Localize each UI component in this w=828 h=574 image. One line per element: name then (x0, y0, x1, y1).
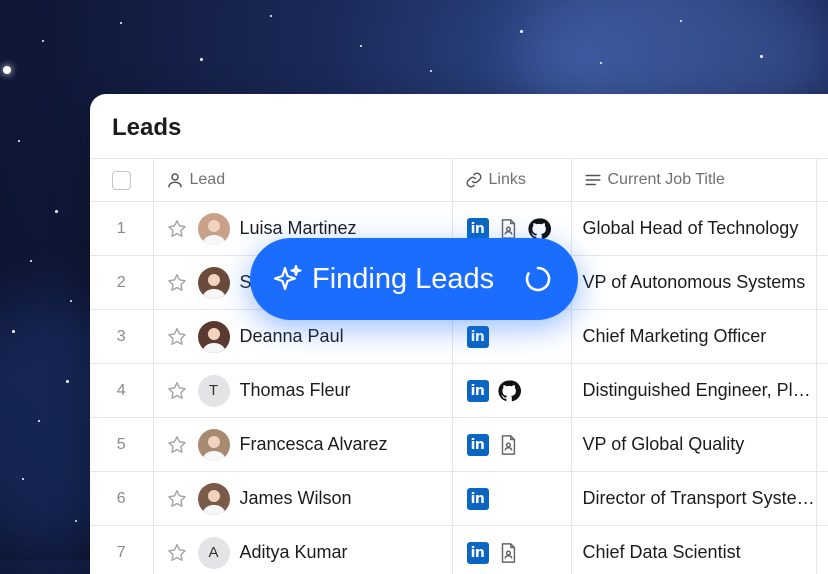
row-index: 5 (90, 418, 153, 472)
person-icon (166, 171, 184, 189)
lead-cell[interactable]: AAditya Kumar (153, 526, 452, 574)
linkedin-icon[interactable]: in (467, 488, 489, 510)
row-index: 2 (90, 256, 153, 310)
column-header-label: Current Job Title (608, 171, 725, 189)
github-icon[interactable] (527, 217, 551, 241)
job-title-cell[interactable]: Chief Data Scientist (571, 526, 816, 574)
linkedin-icon[interactable]: in (467, 542, 489, 564)
row-index: 4 (90, 364, 153, 418)
job-title-cell[interactable]: Distinguished Engineer, Platform (571, 364, 816, 418)
linkedin-icon[interactable]: in (467, 434, 489, 456)
extra-cell[interactable] (816, 310, 828, 364)
column-header-extra[interactable] (816, 159, 828, 202)
job-title-cell[interactable]: Chief Marketing Officer (571, 310, 816, 364)
extra-cell[interactable] (816, 202, 828, 256)
links-cell[interactable]: in (452, 526, 571, 574)
table-row[interactable]: 7 AAditya Kumar in Chief Data Scientist (90, 526, 828, 574)
table-row[interactable]: 4 T Thomas Fleur in Distinguished Enginee… (90, 364, 828, 418)
select-all-cell[interactable] (90, 159, 153, 202)
avatar: T (198, 375, 230, 407)
lead-name[interactable]: Thomas Fleur (240, 380, 351, 401)
avatar-photo (198, 429, 230, 461)
job-title: Director of Transport Systems (572, 488, 816, 509)
job-title: VP of Global Quality (572, 434, 816, 455)
linkedin-icon[interactable]: in (467, 218, 489, 240)
text-lines-icon (584, 171, 602, 189)
extra-cell[interactable] (816, 526, 828, 574)
job-title-cell[interactable]: VP of Global Quality (571, 418, 816, 472)
linkedin-icon[interactable]: in (467, 380, 489, 402)
table-row[interactable]: 6 James Wilson in Director of Transport … (90, 472, 828, 526)
row-index: 6 (90, 472, 153, 526)
row-index: 1 (90, 202, 153, 256)
avatar (198, 429, 230, 461)
sparkle-icon (272, 263, 304, 295)
column-header-job[interactable]: Current Job Title (571, 159, 816, 202)
table-header-row: Lead Links Current Job Title (90, 159, 828, 202)
github-icon[interactable] (497, 379, 521, 403)
job-title-cell[interactable]: Director of Transport Systems (571, 472, 816, 526)
row-index: 3 (90, 310, 153, 364)
select-all-checkbox[interactable] (112, 171, 131, 190)
lead-name[interactable]: James Wilson (240, 488, 352, 509)
lead-name[interactable]: Francesca Alvarez (240, 434, 388, 455)
job-title: Chief Marketing Officer (572, 326, 816, 347)
avatar: A (198, 537, 230, 569)
linkedin-icon[interactable]: in (467, 326, 489, 348)
row-index: 7 (90, 526, 153, 574)
lead-name[interactable]: Deanna Paul (240, 326, 344, 347)
finding-leads-label: Finding Leads (312, 263, 494, 296)
star-icon[interactable] (166, 488, 188, 510)
star-icon[interactable] (166, 434, 188, 456)
job-title: VP of Autonomous Systems (572, 272, 816, 293)
links-cell[interactable]: in (452, 364, 571, 418)
links-cell[interactable]: in (452, 472, 571, 526)
star-icon[interactable] (166, 326, 188, 348)
star-icon[interactable] (166, 218, 188, 240)
star-icon[interactable] (166, 542, 188, 564)
resume-icon[interactable] (497, 542, 519, 564)
link-icon (465, 171, 483, 189)
avatar-photo (198, 267, 230, 299)
avatar (198, 267, 230, 299)
lead-cell[interactable]: Francesca Alvarez (153, 418, 452, 472)
avatar-photo (198, 213, 230, 245)
lead-name[interactable]: Luisa Martinez (240, 218, 357, 239)
lead-cell[interactable]: James Wilson (153, 472, 452, 526)
column-header-links[interactable]: Links (452, 159, 571, 202)
finding-leads-indicator: Finding Leads (250, 238, 578, 320)
job-title-cell[interactable]: VP of Autonomous Systems (571, 256, 816, 310)
resume-icon[interactable] (497, 218, 519, 240)
column-header-lead[interactable]: Lead (153, 159, 452, 202)
avatar (198, 213, 230, 245)
leads-table: Lead Links Current Job Title (90, 158, 828, 574)
extra-cell[interactable] (816, 256, 828, 310)
job-title: Distinguished Engineer, Platform (572, 380, 816, 401)
table-row[interactable]: 5 Francesca Alvarez in VP of Global Qual… (90, 418, 828, 472)
star-icon[interactable] (166, 380, 188, 402)
avatar-photo (198, 321, 230, 353)
avatar (198, 321, 230, 353)
avatar-photo (198, 483, 230, 515)
avatar (198, 483, 230, 515)
page-title: Leads (112, 114, 181, 142)
leads-card: Leads Lead Links (90, 94, 828, 574)
resume-icon[interactable] (497, 434, 519, 456)
spinner-icon (524, 265, 552, 293)
job-title: Global Head of Technology (572, 218, 816, 239)
extra-cell[interactable] (816, 364, 828, 418)
star-icon[interactable] (166, 272, 188, 294)
links-cell[interactable]: in (452, 418, 571, 472)
extra-cell[interactable] (816, 472, 828, 526)
column-header-label: Lead (190, 171, 226, 189)
column-header-label: Links (489, 171, 526, 189)
extra-cell[interactable] (816, 418, 828, 472)
job-title-cell[interactable]: Global Head of Technology (571, 202, 816, 256)
lead-cell[interactable]: T Thomas Fleur (153, 364, 452, 418)
